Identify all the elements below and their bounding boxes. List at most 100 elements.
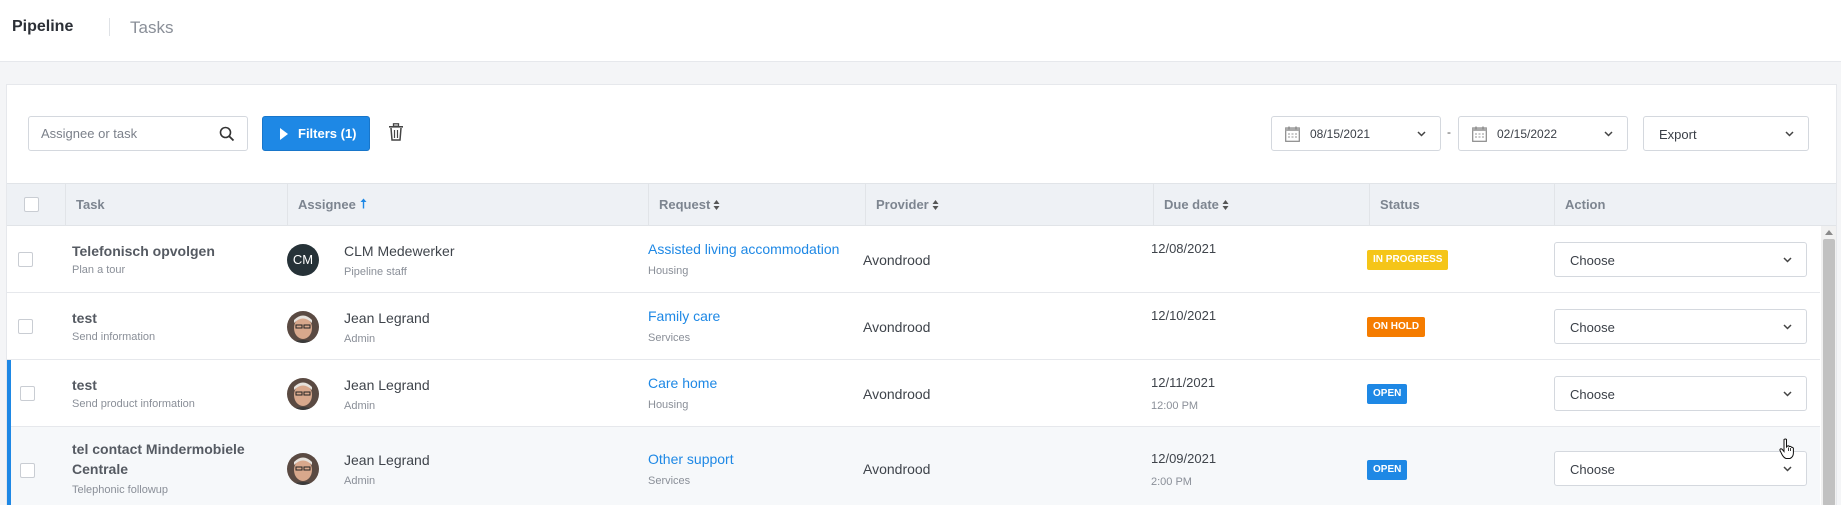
select-all-checkbox[interactable] xyxy=(24,197,39,212)
request-link[interactable]: Assisted living accommodation xyxy=(648,241,839,257)
request-category: Housing xyxy=(648,265,689,277)
table-row[interactable]: tel contact Mindermobiele Centrale Telep… xyxy=(7,427,1820,505)
col-due-date[interactable]: Due date xyxy=(1153,184,1369,225)
request-link[interactable]: Care home xyxy=(648,375,717,391)
request-link[interactable]: Other support xyxy=(648,451,734,467)
calendar-icon xyxy=(1285,126,1300,142)
action-select[interactable]: Choose xyxy=(1554,451,1807,486)
row-checkbox[interactable] xyxy=(20,463,35,478)
col-assignee[interactable]: Assignee xyxy=(287,184,648,225)
assignee-name: Jean Legrand xyxy=(344,452,430,468)
assignee-name: CLM Medewerker xyxy=(344,243,455,259)
row-selected-indicator xyxy=(7,360,11,427)
search-placeholder: Assignee or task xyxy=(41,126,138,141)
status-badge: OPEN xyxy=(1367,460,1408,480)
scroll-up-arrow[interactable] xyxy=(1825,230,1833,235)
action-select[interactable]: Choose xyxy=(1554,242,1807,277)
assignee-role: Pipeline staff xyxy=(344,266,407,278)
row-selected-indicator xyxy=(7,427,11,505)
tab-divider xyxy=(109,18,110,36)
due-date: 12/09/2021 xyxy=(1151,451,1217,466)
due-time: 12:00 PM xyxy=(1151,400,1199,412)
sort-icon xyxy=(1222,199,1229,210)
chevron-down-icon xyxy=(1785,131,1794,137)
chevron-down-icon xyxy=(1783,257,1792,263)
row-checkbox[interactable] xyxy=(18,319,33,334)
tasks-panel: Assignee or task Filters (1) 08/15/2021 … xyxy=(6,84,1837,505)
task-subtitle: Send information xyxy=(72,331,156,343)
filters-button[interactable]: Filters (1) xyxy=(262,116,370,151)
chevron-down-icon xyxy=(1783,466,1792,472)
request-category: Services xyxy=(648,332,691,344)
status-badge: OPEN xyxy=(1367,384,1408,404)
provider: Avondrood xyxy=(863,319,931,335)
sort-icon xyxy=(932,199,939,210)
request-category: Housing xyxy=(648,399,689,411)
assignee-name: Jean Legrand xyxy=(344,310,430,326)
assignee-role: Admin xyxy=(344,400,376,412)
row-checkbox[interactable] xyxy=(20,386,35,401)
task-title: Telefonisch opvolgen xyxy=(72,243,215,259)
search-icon[interactable] xyxy=(219,126,235,142)
action-label: Choose xyxy=(1570,387,1615,402)
date-separator: - xyxy=(1447,125,1451,139)
table-row[interactable]: test Send product information Jean Legra… xyxy=(7,360,1820,427)
vertical-scrollbar[interactable] xyxy=(1821,226,1836,505)
scrollbar-thumb[interactable] xyxy=(1823,239,1835,505)
date-to-picker[interactable]: 02/15/2022 xyxy=(1458,116,1628,151)
due-time: 2:00 PM xyxy=(1151,476,1192,488)
status-badge: ON HOLD xyxy=(1367,317,1426,337)
select-all-cell xyxy=(7,184,65,225)
avatar xyxy=(287,453,319,485)
provider: Avondrood xyxy=(863,461,931,477)
provider: Avondrood xyxy=(863,252,931,268)
calendar-icon xyxy=(1472,126,1487,142)
filters-label: Filters (1) xyxy=(298,126,357,141)
export-dropdown[interactable]: Export xyxy=(1643,116,1809,151)
col-task[interactable]: Task xyxy=(65,184,287,225)
task-subtitle: Telephonic followup xyxy=(72,484,169,496)
status-badge: IN PROGRESS xyxy=(1367,250,1449,270)
chevron-down-icon xyxy=(1783,324,1792,330)
action-label: Choose xyxy=(1570,320,1615,335)
top-nav: Pipeline Tasks xyxy=(0,0,1841,62)
col-action: Action xyxy=(1554,184,1836,225)
due-date: 12/10/2021 xyxy=(1151,308,1217,323)
action-select[interactable]: Choose xyxy=(1554,376,1807,411)
avatar: CM xyxy=(287,244,319,276)
action-select[interactable]: Choose xyxy=(1554,309,1807,344)
col-due-date-label: Due date xyxy=(1164,197,1219,212)
row-checkbox[interactable] xyxy=(18,252,33,267)
task-title: test xyxy=(72,310,97,326)
avatar xyxy=(287,378,319,410)
task-title: tel contact Mindermobiele Centrale xyxy=(72,441,245,477)
assignee-name: Jean Legrand xyxy=(344,377,430,393)
col-provider-label: Provider xyxy=(876,197,929,212)
trash-icon[interactable] xyxy=(388,123,404,141)
chevron-down-icon xyxy=(1783,391,1792,397)
table-header: Task Assignee Request Provider Due date … xyxy=(7,183,1836,226)
request-link[interactable]: Family care xyxy=(648,308,720,324)
col-request[interactable]: Request xyxy=(648,184,865,225)
col-request-label: Request xyxy=(659,197,711,212)
tab-pipeline[interactable]: Pipeline xyxy=(12,18,73,36)
search-input[interactable]: Assignee or task xyxy=(28,116,248,151)
table-row[interactable]: test Send information Jean Legrand Admin… xyxy=(7,293,1820,360)
col-assignee-label: Assignee xyxy=(298,197,356,212)
due-date: 12/08/2021 xyxy=(1151,241,1217,256)
action-label: Choose xyxy=(1570,253,1615,268)
col-task-label: Task xyxy=(76,197,105,212)
date-from-picker[interactable]: 08/15/2021 xyxy=(1271,116,1441,151)
action-label: Choose xyxy=(1570,462,1615,477)
task-subtitle: Plan a tour xyxy=(72,264,126,276)
hand-cursor-icon xyxy=(1779,438,1794,459)
col-provider[interactable]: Provider xyxy=(865,184,1153,225)
chevron-down-icon xyxy=(1604,131,1613,137)
table-row[interactable]: Telefonisch opvolgen Plan a tour CM CLM … xyxy=(7,226,1820,293)
due-date: 12/11/2021 xyxy=(1151,375,1216,390)
assignee-role: Admin xyxy=(344,475,376,487)
col-action-label: Action xyxy=(1565,197,1606,212)
tab-tasks[interactable]: Tasks xyxy=(130,18,173,38)
request-category: Services xyxy=(648,475,691,487)
task-title: test xyxy=(72,377,97,393)
